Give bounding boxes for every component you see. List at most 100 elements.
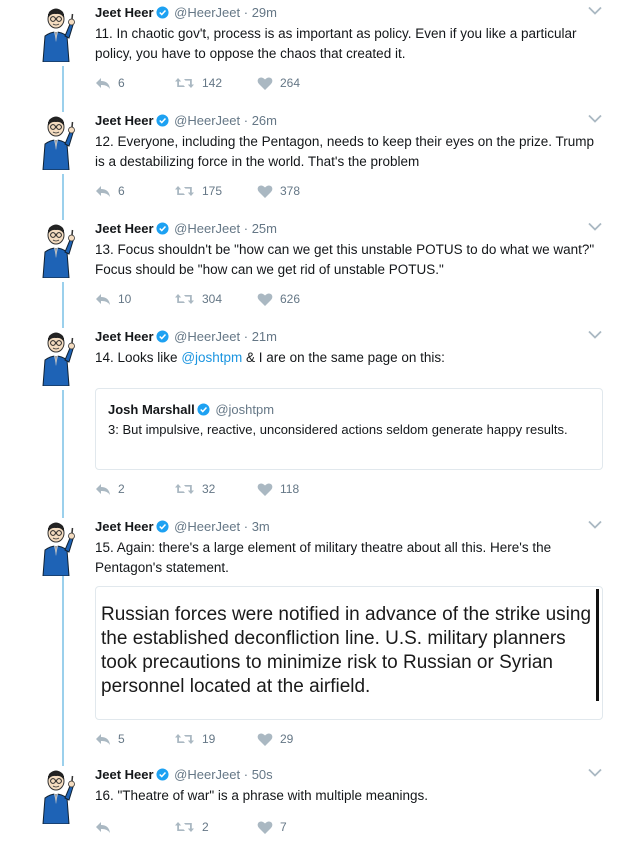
retweet-count: 2 xyxy=(202,820,209,834)
retweet-icon xyxy=(175,186,194,196)
retweet-count: 32 xyxy=(202,482,216,496)
verified-icon xyxy=(155,222,169,235)
like-count: 626 xyxy=(280,292,301,306)
avatar[interactable] xyxy=(37,222,77,278)
tweet-text-segment: 14. Looks like xyxy=(95,350,182,365)
quoted-tweet-header: Josh Marshall @joshtpm xyxy=(108,402,274,417)
tweet[interactable]: Jeet Heer @HeerJeet · 29m 11. In chaotic… xyxy=(0,0,638,108)
quoted-author-name: Josh Marshall xyxy=(108,402,195,417)
heart-icon xyxy=(257,185,273,198)
like-count: 7 xyxy=(280,820,287,834)
heart-icon xyxy=(257,77,273,90)
media-image[interactable]: Russian forces were notified in advance … xyxy=(95,586,603,720)
reply-button[interactable]: 6 xyxy=(95,76,125,90)
like-button[interactable]: 264 xyxy=(257,76,300,90)
avatar[interactable] xyxy=(37,6,77,62)
quoted-tweet[interactable]: Josh Marshall @joshtpm 3: But impulsive,… xyxy=(95,388,603,470)
mention-link[interactable]: @joshtpm xyxy=(181,350,242,365)
timestamp[interactable]: · 26m xyxy=(244,113,277,128)
retweet-count: 175 xyxy=(202,184,223,198)
tweet[interactable]: Jeet Heer @HeerJeet · 3m 15. Again: ther… xyxy=(0,514,638,762)
tweet-header: Jeet Heer @HeerJeet · 3m xyxy=(95,519,270,534)
retweet-button[interactable]: 2 xyxy=(175,820,209,834)
chevron-down-icon[interactable] xyxy=(588,520,602,530)
timestamp[interactable]: · 3m xyxy=(244,519,270,534)
like-count: 118 xyxy=(280,482,300,496)
verified-icon xyxy=(155,114,169,127)
timestamp[interactable]: · 29m xyxy=(244,5,277,20)
timestamp[interactable]: · 50s xyxy=(244,767,273,782)
author-handle[interactable]: @HeerJeet xyxy=(174,519,240,534)
verified-icon xyxy=(155,520,169,533)
retweet-button[interactable]: 175 xyxy=(175,184,222,198)
avatar[interactable] xyxy=(37,330,77,386)
tweet-header: Jeet Heer @HeerJeet · 50s xyxy=(95,767,273,782)
retweet-icon xyxy=(175,294,194,304)
reply-button[interactable] xyxy=(95,820,118,834)
author-handle[interactable]: @HeerJeet xyxy=(174,113,240,128)
retweet-icon xyxy=(175,734,194,744)
like-button[interactable]: 118 xyxy=(257,482,299,496)
timestamp[interactable]: · 25m xyxy=(244,221,277,236)
author-name[interactable]: Jeet Heer xyxy=(95,221,154,236)
media-image-text: Russian forces were notified in advance … xyxy=(101,604,592,697)
tweet-text: 16. "Theatre of war" is a phrase with mu… xyxy=(95,788,428,803)
tweet[interactable]: Jeet Heer @HeerJeet · 26m 12. Everyone, … xyxy=(0,108,638,216)
verified-icon xyxy=(155,330,169,343)
avatar[interactable] xyxy=(37,768,77,824)
quoted-author-handle: @joshtpm xyxy=(215,402,275,417)
retweet-button[interactable]: 142 xyxy=(175,76,222,90)
reply-count: 5 xyxy=(118,732,125,746)
reply-count: 2 xyxy=(118,482,125,496)
author-name[interactable]: Jeet Heer xyxy=(95,519,154,534)
chevron-down-icon[interactable] xyxy=(588,222,602,232)
author-name[interactable]: Jeet Heer xyxy=(95,329,154,344)
retweet-count: 19 xyxy=(202,732,216,746)
heart-icon xyxy=(257,821,273,834)
heart-icon xyxy=(257,293,273,306)
author-handle[interactable]: @HeerJeet xyxy=(174,767,240,782)
retweet-button[interactable]: 32 xyxy=(175,482,215,496)
tweet[interactable]: Jeet Heer @HeerJeet · 21m 14. Looks like… xyxy=(0,324,638,514)
chevron-down-icon[interactable] xyxy=(588,114,602,124)
reply-icon xyxy=(96,294,110,305)
tweet-header: Jeet Heer @HeerJeet · 21m xyxy=(95,329,277,344)
like-button[interactable]: 626 xyxy=(257,292,300,306)
avatar[interactable] xyxy=(37,114,77,170)
like-button[interactable]: 378 xyxy=(257,184,300,198)
verified-icon xyxy=(196,403,210,416)
retweet-icon xyxy=(175,484,194,494)
author-name[interactable]: Jeet Heer xyxy=(95,113,154,128)
tweet[interactable]: Jeet Heer @HeerJeet · 50s 16. "Theatre o… xyxy=(0,762,638,842)
chevron-down-icon[interactable] xyxy=(588,6,602,16)
retweet-button[interactable]: 19 xyxy=(175,732,215,746)
retweet-count: 304 xyxy=(202,292,223,306)
like-button[interactable]: 29 xyxy=(257,732,293,746)
reply-icon xyxy=(96,186,110,197)
reply-icon xyxy=(96,78,110,89)
reply-icon xyxy=(96,734,110,745)
author-handle[interactable]: @HeerJeet xyxy=(174,221,240,236)
tweet-header: Jeet Heer @HeerJeet · 25m xyxy=(95,221,277,236)
author-handle[interactable]: @HeerJeet xyxy=(174,5,240,20)
reply-button[interactable]: 2 xyxy=(95,482,125,496)
reply-icon xyxy=(96,484,110,495)
chevron-down-icon[interactable] xyxy=(588,330,602,340)
retweet-button[interactable]: 304 xyxy=(175,292,222,306)
like-button[interactable]: 7 xyxy=(257,820,287,834)
tweet[interactable]: Jeet Heer @HeerJeet · 25m 13. Focus shou… xyxy=(0,216,638,324)
author-name[interactable]: Jeet Heer xyxy=(95,767,154,782)
avatar[interactable] xyxy=(37,520,77,576)
author-handle[interactable]: @HeerJeet xyxy=(174,329,240,344)
timestamp[interactable]: · 21m xyxy=(244,329,277,344)
reply-button[interactable]: 10 xyxy=(95,292,131,306)
reply-count: 6 xyxy=(118,76,125,90)
verified-icon xyxy=(155,768,169,781)
reply-button[interactable]: 6 xyxy=(95,184,125,198)
tweet-text-segment: & I are on the same page on this: xyxy=(242,350,445,365)
author-name[interactable]: Jeet Heer xyxy=(95,5,154,20)
tweet-text: 12. Everyone, including the Pentagon, ne… xyxy=(95,134,595,169)
like-count: 264 xyxy=(280,76,301,90)
chevron-down-icon[interactable] xyxy=(588,768,602,778)
reply-button[interactable]: 5 xyxy=(95,732,125,746)
